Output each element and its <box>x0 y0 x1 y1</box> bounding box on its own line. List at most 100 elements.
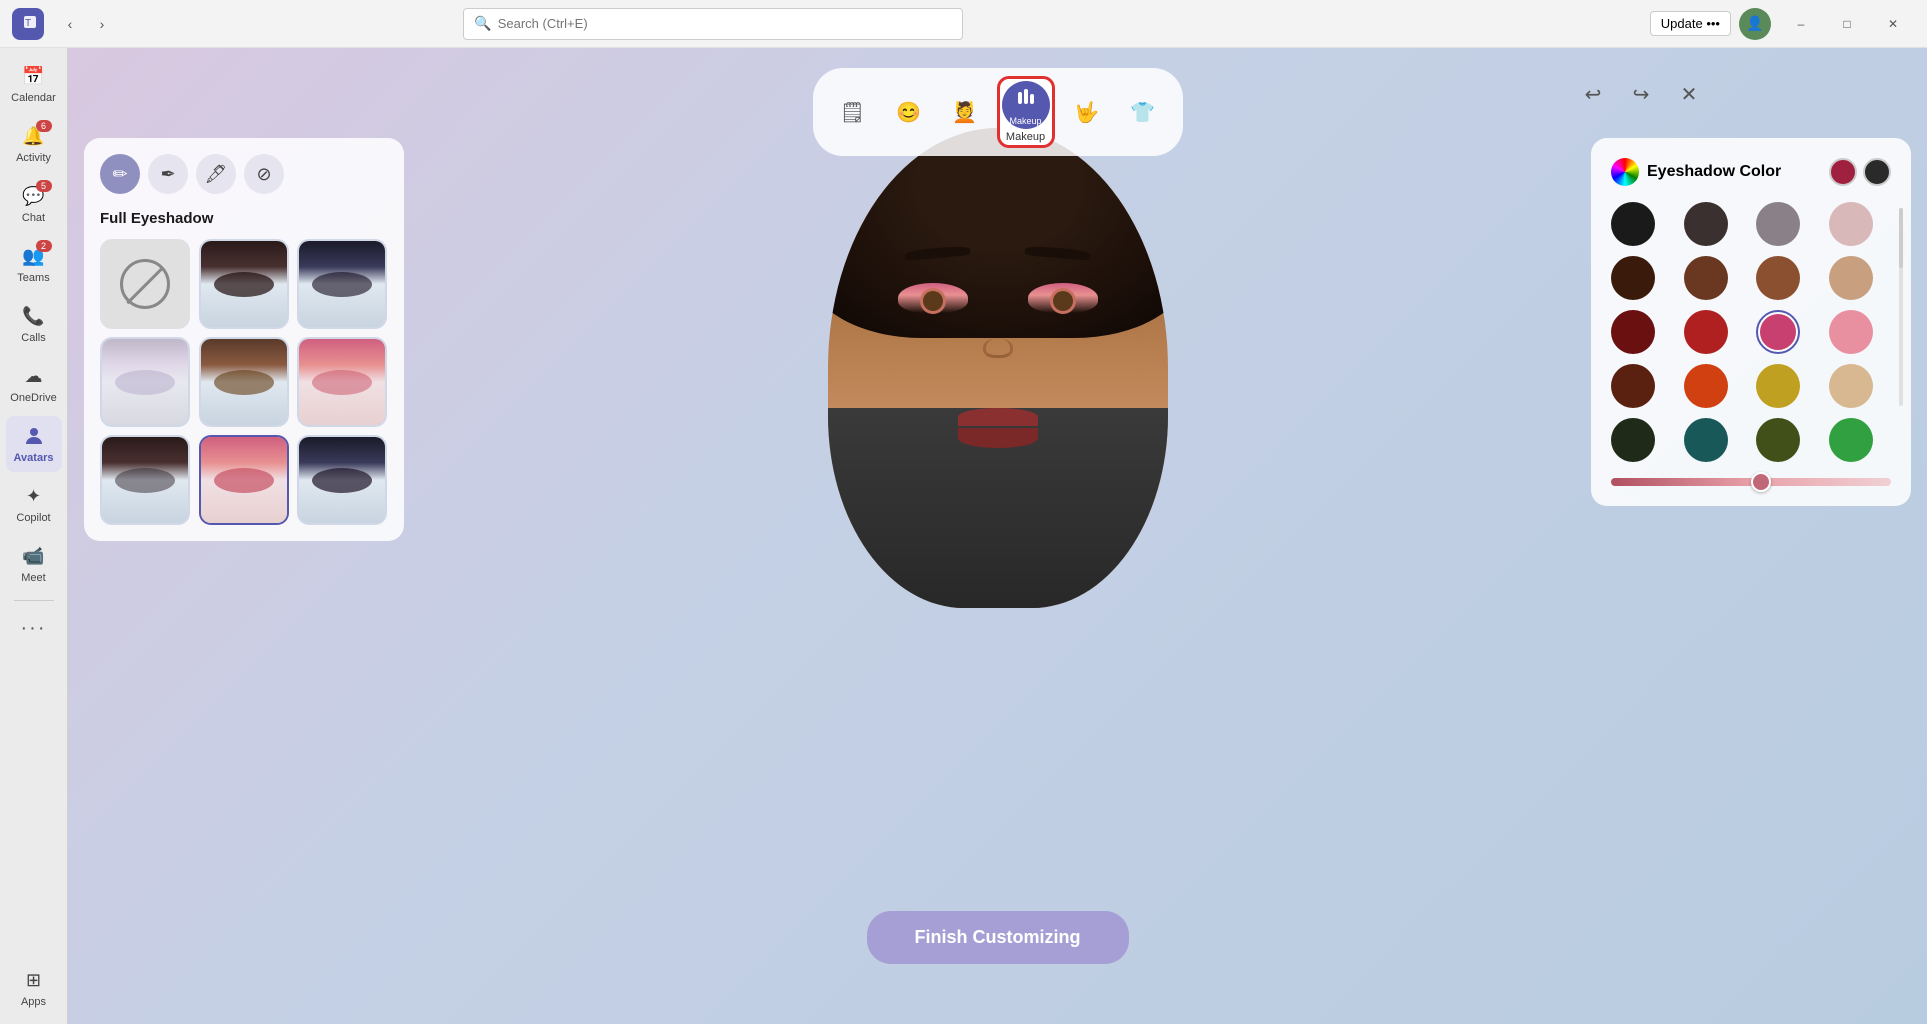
toolbar-face-button[interactable]: 😊 <box>885 88 933 136</box>
color-grey[interactable] <box>1756 202 1800 246</box>
color-black[interactable] <box>1611 202 1655 246</box>
top-toolbar: 🗒 😊 💆 <box>813 68 1183 156</box>
redo-button[interactable]: ↪ <box>1623 76 1659 112</box>
color-red[interactable] <box>1684 310 1728 354</box>
color-olive[interactable] <box>1756 418 1800 462</box>
eye-preview-5 <box>299 339 385 425</box>
eye-preview-4 <box>201 339 287 425</box>
eyeshadow-item-7-selected[interactable] <box>199 435 289 525</box>
color-gold[interactable] <box>1756 364 1800 408</box>
eyeshadow-item-2[interactable] <box>297 239 387 329</box>
color-light-pink[interactable] <box>1829 202 1873 246</box>
panel-scrollbar[interactable] <box>1899 208 1903 406</box>
color-sand[interactable] <box>1829 364 1873 408</box>
sidebar-item-chat[interactable]: 💬 5 Chat <box>6 176 62 232</box>
tab-eyeliner[interactable]: ✒ <box>148 154 188 194</box>
eyeshadow-item-3[interactable] <box>100 337 190 427</box>
color-dark-brown[interactable] <box>1684 202 1728 246</box>
sidebar-item-onedrive[interactable]: ☁ OneDrive <box>6 356 62 412</box>
avatar-figure <box>808 128 1188 808</box>
opacity-slider[interactable] <box>1611 478 1891 486</box>
maximize-button[interactable]: □ <box>1825 8 1869 40</box>
back-button[interactable]: ‹ <box>56 10 84 38</box>
toolbar-face-wrapper: 😊 <box>885 88 933 136</box>
tab-blush[interactable]: ⊘ <box>244 154 284 194</box>
toolbar-outfit-button[interactable]: 👕 <box>1119 88 1167 136</box>
color-palette <box>1611 202 1891 462</box>
sidebar-item-copilot[interactable]: ✦ Copilot <box>6 476 62 532</box>
color-beige[interactable] <box>1829 256 1873 300</box>
color-teal[interactable] <box>1684 418 1728 462</box>
sidebar-item-avatars[interactable]: Avatars <box>6 416 62 472</box>
close-editor-button[interactable]: ✕ <box>1671 76 1707 112</box>
tab-eyeshadow[interactable]: ✏ <box>100 154 140 194</box>
color-rust[interactable] <box>1611 364 1655 408</box>
sidebar-item-meet[interactable]: 📹 Meet <box>6 536 62 592</box>
eye-preview-7 <box>201 437 287 523</box>
search-input[interactable] <box>498 16 953 31</box>
right-panel: Eyeshadow Color <box>1591 138 1911 506</box>
color-dark-red[interactable] <box>1611 310 1655 354</box>
sidebar-label-calendar: Calendar <box>11 92 56 104</box>
forward-button[interactable]: › <box>88 10 116 38</box>
section-title: Full Eyeshadow <box>100 210 388 227</box>
color-dark-green[interactable] <box>1611 418 1655 462</box>
selected-color-1[interactable] <box>1829 158 1857 186</box>
sidebar-divider <box>14 600 54 601</box>
panel-scrollbar-thumb[interactable] <box>1899 208 1903 268</box>
tab-lip[interactable]: 🖋 <box>196 154 236 194</box>
selected-colors <box>1829 158 1891 186</box>
meet-icon: 📹 <box>22 544 46 568</box>
right-panel-header: Eyeshadow Color <box>1611 158 1891 186</box>
color-warm-brown[interactable] <box>1756 256 1800 300</box>
chat-icon: 💬 5 <box>22 184 46 208</box>
eyeshadow-item-4[interactable] <box>199 337 289 427</box>
color-deep-brown[interactable] <box>1611 256 1655 300</box>
pose-icon: 🗒 <box>840 100 865 125</box>
undo-button[interactable]: ↩ <box>1575 76 1611 112</box>
activity-badge: 6 <box>36 120 52 132</box>
makeup-icon <box>1014 84 1038 114</box>
sidebar-item-teams[interactable]: 👥 2 Teams <box>6 236 62 292</box>
eyeshadow-item-1[interactable] <box>199 239 289 329</box>
color-pink-selected[interactable] <box>1756 310 1800 354</box>
sidebar-label-teams: Teams <box>17 272 49 284</box>
window-controls: – □ ✕ <box>1779 8 1915 40</box>
sidebar-item-apps[interactable]: ⊞ Apps <box>6 960 62 1016</box>
eyeshadow-none[interactable] <box>100 239 190 329</box>
toolbar-pose-button[interactable]: 🗒 <box>829 88 877 136</box>
color-medium-brown[interactable] <box>1684 256 1728 300</box>
sidebar-more[interactable]: ··· <box>6 609 62 648</box>
close-button[interactable]: ✕ <box>1871 8 1915 40</box>
update-button[interactable]: Update ••• <box>1650 11 1731 36</box>
user-avatar[interactable]: 👤 <box>1739 8 1771 40</box>
toolbar-gesture-wrapper: 🤟 <box>1063 88 1111 136</box>
sidebar-item-activity[interactable]: 🔔 6 Activity <box>6 116 62 172</box>
eyeshadow-item-8[interactable] <box>297 435 387 525</box>
copilot-icon: ✦ <box>22 484 46 508</box>
slider-thumb[interactable] <box>1751 472 1771 492</box>
eyeshadow-item-5[interactable] <box>297 337 387 427</box>
finish-customizing-button[interactable]: Finish Customizing <box>867 911 1129 964</box>
toolbar-head-button[interactable]: 💆 <box>941 88 989 136</box>
selected-color-2[interactable] <box>1863 158 1891 186</box>
sidebar-label-apps: Apps <box>21 996 46 1008</box>
chat-badge: 5 <box>36 180 52 192</box>
color-light-rose[interactable] <box>1829 310 1873 354</box>
toolbar-makeup-button[interactable]: Makeup <box>1002 81 1050 129</box>
toolbar-pose-wrapper: 🗒 <box>829 88 877 136</box>
minimize-button[interactable]: – <box>1779 8 1823 40</box>
main-layout: 📅 Calendar 🔔 6 Activity 💬 5 Chat 👥 2 Tea… <box>0 48 1927 1024</box>
teams-app-icon: T <box>12 8 44 40</box>
color-orange[interactable] <box>1684 364 1728 408</box>
sidebar-item-calendar[interactable]: 📅 Calendar <box>6 56 62 112</box>
sidebar-label-onedrive: OneDrive <box>10 392 56 404</box>
head-icon: 💆 <box>952 100 977 125</box>
eye-preview-1 <box>201 241 287 327</box>
color-bright-green[interactable] <box>1829 418 1873 462</box>
title-bar: T ‹ › 🔍 Update ••• 👤 – □ ✕ <box>0 0 1927 48</box>
toolbar-gesture-button[interactable]: 🤟 <box>1063 88 1111 136</box>
eye-preview-3 <box>102 339 188 425</box>
eyeshadow-item-6[interactable] <box>100 435 190 525</box>
sidebar-item-calls[interactable]: 📞 Calls <box>6 296 62 352</box>
